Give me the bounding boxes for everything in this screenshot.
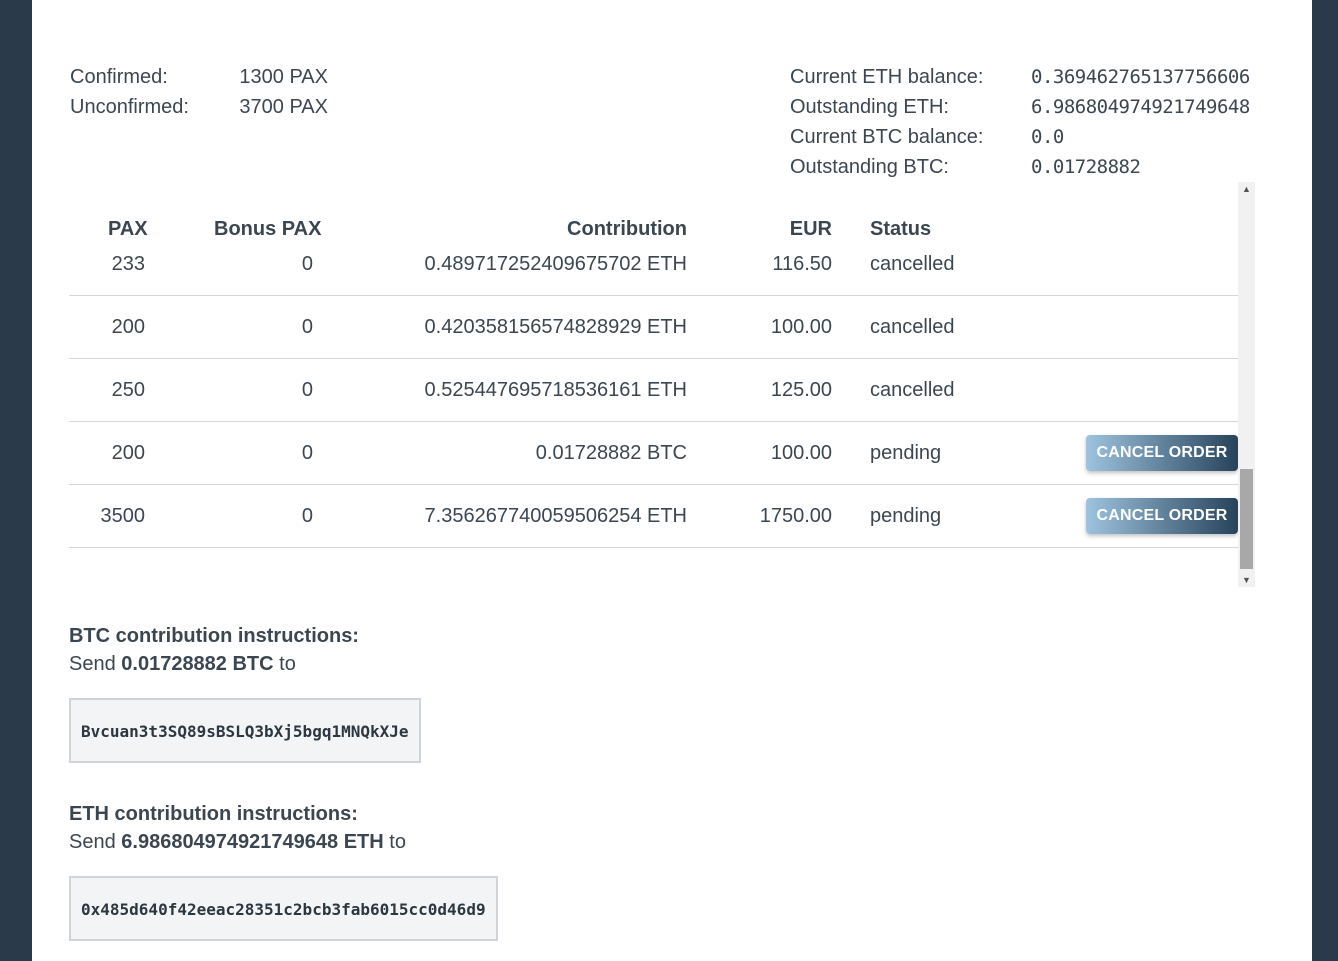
eth-balance-label: Current ETH balance: [790, 65, 984, 88]
confirmed-row: Confirmed: 1300 PAX [70, 62, 328, 92]
confirmed-label: Confirmed: [70, 65, 168, 88]
cell-status: pending [870, 505, 942, 527]
cell-eur: 100.00 [770, 442, 832, 464]
cell-status: cancelled [870, 379, 955, 401]
outstanding-btc-row: Outstanding BTC: 0.01728882 [790, 152, 1250, 182]
cancel-order-button[interactable]: CANCEL ORDER [1086, 435, 1238, 471]
balance-summary: Current ETH balance: 0.36946276513775660… [790, 62, 1250, 182]
cell-contribution: 7.356267740059506254 ETH [424, 505, 687, 527]
orders-table[interactable]: 233 0 0.489717252409675702 ETH 116.50 ca… [69, 182, 1255, 587]
table-scrollbar[interactable]: ▲ ▼ [1238, 182, 1255, 587]
btc-balance-value: 0.0 [1031, 126, 1064, 148]
table-row: 3500 0 7.356267740059506254 ETH 1750.00 … [69, 485, 1238, 548]
cell-pax: 250 [111, 379, 145, 401]
header-eur: EUR [789, 218, 832, 240]
btc-send-amount: 0.01728882 BTC [121, 653, 274, 675]
outstanding-btc-value: 0.01728882 [1031, 156, 1141, 178]
cell-status: cancelled [870, 316, 955, 338]
eth-send-line: Send 6.986804974921749648 ETH to [69, 828, 498, 856]
eth-address-box[interactable]: 0x485d640f42eeac28351c2bcb3fab6015cc0d46… [69, 876, 498, 941]
btc-address-box[interactable]: Bvcuan3t3SQ89sBSLQ3bXj5bgq1MNQkXJe [69, 698, 421, 763]
cell-eur: 1750.00 [759, 505, 832, 527]
btc-send-suffix: to [273, 653, 296, 675]
cell-contribution: 0.01728882 BTC [535, 442, 687, 464]
cell-bonus: 0 [301, 379, 313, 401]
cell-eur: 100.00 [770, 316, 832, 338]
orders-table-body: 233 0 0.489717252409675702 ETH 116.50 ca… [69, 233, 1238, 548]
cell-contribution: 0.420358156574828929 ETH [424, 316, 687, 338]
cell-pax: 200 [111, 316, 145, 338]
scrollbar-thumb[interactable] [1240, 469, 1253, 569]
cell-contribution: 0.525447695718536161 ETH [424, 379, 687, 401]
unconfirmed-label: Unconfirmed: [70, 95, 189, 118]
eth-balance-value: 0.369462765137756606 [1031, 66, 1250, 88]
cell-bonus: 0 [301, 316, 313, 338]
cell-status: pending [870, 442, 942, 464]
cancel-order-button[interactable]: CANCEL ORDER [1086, 498, 1238, 534]
pax-summary: Confirmed: 1300 PAX Unconfirmed: 3700 PA… [70, 62, 328, 122]
btc-send-prefix: Send [69, 653, 122, 675]
btc-send-line: Send 0.01728882 BTC to [69, 650, 421, 678]
cell-eur: 125.00 [770, 379, 832, 401]
btc-balance-label: Current BTC balance: [790, 125, 984, 148]
cell-pax: 3500 [100, 505, 146, 527]
table-row: 200 0 0.420358156574828929 ETH 100.00 ca… [69, 296, 1238, 359]
cell-bonus: 0 [301, 505, 313, 527]
header-pax: PAX [108, 218, 148, 240]
orders-table-header: PAX Bonus PAX Contribution EUR Status [69, 182, 1238, 254]
header-contribution: Contribution [567, 218, 687, 240]
eth-balance-row: Current ETH balance: 0.36946276513775660… [790, 62, 1250, 92]
outstanding-eth-label: Outstanding ETH: [790, 95, 949, 118]
header-status: Status [870, 218, 932, 240]
confirmed-value: 1300 PAX [239, 65, 328, 88]
eth-send-prefix: Send [69, 831, 122, 853]
btc-instructions-title: BTC contribution instructions: [69, 625, 359, 647]
eth-send-amount: 6.986804974921749648 ETH [121, 831, 384, 853]
outstanding-eth-value: 6.986804974921749648 [1031, 96, 1250, 118]
outstanding-btc-label: Outstanding BTC: [790, 155, 949, 178]
cell-bonus: 0 [301, 442, 313, 464]
unconfirmed-value: 3700 PAX [239, 95, 328, 118]
eth-instructions-title: ETH contribution instructions: [69, 803, 358, 825]
btc-instructions: BTC contribution instructions: Send 0.01… [69, 622, 421, 763]
header-bonus-pax: Bonus PAX [214, 218, 322, 240]
table-row: 200 0 0.01728882 BTC 100.00 pending CANC… [69, 422, 1238, 485]
unconfirmed-row: Unconfirmed: 3700 PAX [70, 92, 328, 122]
main-panel: Confirmed: 1300 PAX Unconfirmed: 3700 PA… [32, 0, 1312, 961]
table-row: 250 0 0.525447695718536161 ETH 125.00 ca… [69, 359, 1238, 422]
cell-pax: 200 [111, 442, 145, 464]
btc-balance-row: Current BTC balance: 0.0 [790, 122, 1250, 152]
triangle-up-icon[interactable]: ▲ [1238, 182, 1255, 196]
eth-instructions: ETH contribution instructions: Send 6.98… [69, 800, 498, 941]
outstanding-eth-row: Outstanding ETH: 6.986804974921749648 [790, 92, 1250, 122]
triangle-down-icon[interactable]: ▼ [1238, 573, 1255, 587]
eth-send-suffix: to [383, 831, 406, 853]
